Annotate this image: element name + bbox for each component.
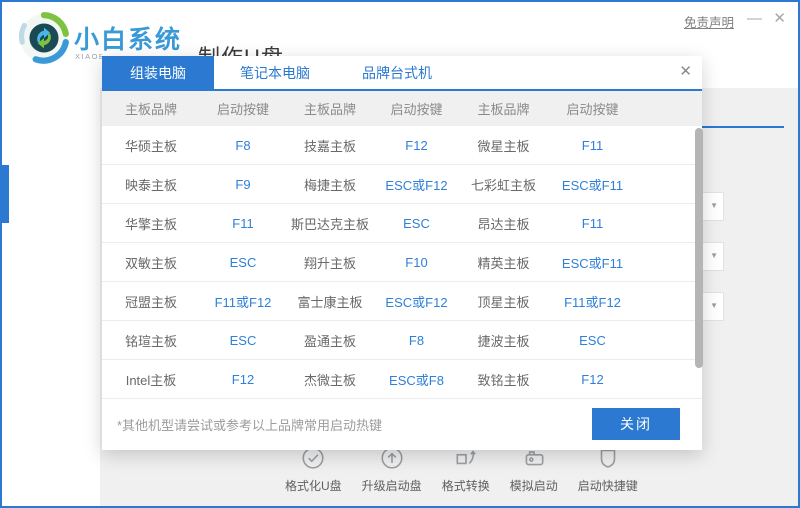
- boot-key-cell: F11: [548, 138, 637, 153]
- boot-key-cell: F12: [548, 372, 637, 387]
- dialog-close-icon[interactable]: ✕: [679, 64, 692, 79]
- boot-key-cell: F11或F12: [548, 292, 637, 311]
- board-brand-cell: 致铭主板: [459, 370, 548, 389]
- chevron-down-icon: ▼: [710, 252, 718, 260]
- toolbar-item-label: 格式转换: [442, 477, 490, 494]
- boot-key-cell: ESC: [200, 255, 286, 270]
- header-cell: 主板品牌: [286, 99, 374, 118]
- toolbar-item-label: 格式化U盘: [285, 477, 342, 494]
- board-brand-cell: 双敏主板: [102, 253, 200, 272]
- board-brand-cell: 华擎主板: [102, 214, 200, 233]
- brand-logo-icon: [17, 11, 71, 65]
- boot-key-cell: ESC: [374, 216, 459, 231]
- minimize-button[interactable]: —: [747, 10, 762, 27]
- board-brand-cell: 微星主板: [459, 136, 548, 155]
- board-brand-cell: 杰微主板: [286, 370, 374, 389]
- boot-key-cell: ESC: [548, 333, 637, 348]
- dialog-footnote: *其他机型请尝试或参考以上品牌常用启动热键: [117, 415, 382, 434]
- header-cell: 主板品牌: [459, 99, 548, 118]
- disclaimer-link[interactable]: 免责声明: [684, 12, 734, 31]
- chevron-down-icon: ▼: [710, 302, 718, 310]
- toolbar-item-format-usb[interactable]: 格式化U盘: [285, 445, 342, 494]
- boot-key-cell: F12: [200, 372, 286, 387]
- dialog-tabs: 组装电脑 笔记本电脑 品牌台式机 ✕: [102, 56, 702, 91]
- board-brand-cell: 梅捷主板: [286, 175, 374, 194]
- board-brand-cell: 铭瑄主板: [102, 331, 200, 350]
- board-brand-cell: 映泰主板: [102, 175, 200, 194]
- chevron-down-icon: ▼: [710, 202, 718, 210]
- tab-assembled-pc[interactable]: 组装电脑: [102, 56, 214, 89]
- boot-key-cell: F10: [374, 255, 459, 270]
- header-cell: 启动按键: [374, 99, 459, 118]
- board-brand-cell: Intel主板: [102, 370, 200, 389]
- header-cell: 启动按键: [548, 99, 637, 118]
- board-brand-cell: 顶星主板: [459, 292, 548, 311]
- board-brand-cell: 精英主板: [459, 253, 548, 272]
- table-row: 冠盟主板F11或F12富士康主板ESC或F12顶星主板F11或F12: [102, 282, 702, 321]
- board-brand-cell: 翔升主板: [286, 253, 374, 272]
- boot-key-cell: F8: [200, 138, 286, 153]
- boot-key-cell: ESC或F11: [548, 253, 637, 272]
- dialog-footer: *其他机型请尝试或参考以上品牌常用启动热键 关闭: [102, 399, 702, 449]
- toolbar-item-simulate-boot[interactable]: 模拟启动: [510, 445, 558, 494]
- toolbar-item-label: 升级启动盘: [362, 477, 422, 494]
- board-brand-cell: 捷波主板: [459, 331, 548, 350]
- header-cell: 主板品牌: [102, 99, 200, 118]
- toolbar-item-upgrade-boot-disk[interactable]: 升级启动盘: [362, 445, 422, 494]
- brand-subtitle: XIAOBAISYSTEM: [75, 52, 102, 61]
- boot-key-cell: ESC或F8: [374, 370, 459, 389]
- board-brand-cell: 富士康主板: [286, 292, 374, 311]
- table-row: 华硕主板F8技嘉主板F12微星主板F11: [102, 126, 702, 165]
- tab-brand-desktop[interactable]: 品牌台式机: [336, 56, 458, 89]
- board-brand-cell: 昂达主板: [459, 214, 548, 233]
- boot-key-cell: ESC或F11: [548, 175, 637, 194]
- table-scrollbar[interactable]: [695, 128, 703, 368]
- board-brand-cell: 七彩虹主板: [459, 175, 548, 194]
- tab-laptop[interactable]: 笔记本电脑: [214, 56, 336, 89]
- toolbar-item-format-convert[interactable]: 格式转换: [442, 445, 490, 494]
- board-brand-cell: 盈通主板: [286, 331, 374, 350]
- brand-name: 小白系统: [74, 20, 182, 56]
- board-brand-cell: 华硕主板: [102, 136, 200, 155]
- table-row: 铭瑄主板ESC盈通主板F8捷波主板ESC: [102, 321, 702, 360]
- sidebar: [2, 88, 100, 506]
- table-row: 华擎主板F11斯巴达克主板ESC昂达主板F11: [102, 204, 702, 243]
- boot-key-cell: F9: [200, 177, 286, 192]
- table-row: 双敏主板ESC翔升主板F10精英主板ESC或F11: [102, 243, 702, 282]
- boot-key-cell: F12: [374, 138, 459, 153]
- sidebar-active-indicator: [2, 165, 9, 223]
- boot-key-cell: ESC或F12: [374, 292, 459, 311]
- table-header: 主板品牌 启动按键 主板品牌 启动按键 主板品牌 启动按键: [102, 91, 702, 126]
- board-brand-cell: 斯巴达克主板: [286, 214, 374, 233]
- board-brand-cell: 技嘉主板: [286, 136, 374, 155]
- boot-key-cell: F8: [374, 333, 459, 348]
- boot-key-cell: F11或F12: [200, 292, 286, 311]
- toolbar-item-label: 模拟启动: [510, 477, 558, 494]
- boot-hotkey-dialog: 组装电脑 笔记本电脑 品牌台式机 ✕ 主板品牌 启动按键 主板品牌 启动按键 主…: [102, 56, 702, 450]
- dialog-close-button[interactable]: 关闭: [592, 408, 680, 440]
- toolbar-item-boot-hotkey[interactable]: 启动快捷键: [578, 445, 638, 494]
- table-row: Intel主板F12杰微主板ESC或F8致铭主板F12: [102, 360, 702, 399]
- app-window: { "header": { "brand": "小白系统", "brand_su…: [0, 0, 800, 508]
- boot-key-cell: ESC或F12: [374, 175, 459, 194]
- boot-key-cell: ESC: [200, 333, 286, 348]
- board-brand-cell: 冠盟主板: [102, 292, 200, 311]
- boot-key-cell: F11: [200, 216, 286, 231]
- toolbar-item-label: 启动快捷键: [578, 477, 638, 494]
- toolbar: 格式化U盘 升级启动盘 格式转换 模拟启动 启动快捷键: [285, 445, 638, 494]
- hotkey-table: 华硕主板F8技嘉主板F12微星主板F11映泰主板F9梅捷主板ESC或F12七彩虹…: [102, 126, 702, 399]
- boot-key-cell: F11: [548, 216, 637, 231]
- header-cell: 启动按键: [200, 99, 286, 118]
- window-close-button[interactable]: ✕: [773, 9, 786, 27]
- table-row: 映泰主板F9梅捷主板ESC或F12七彩虹主板ESC或F11: [102, 165, 702, 204]
